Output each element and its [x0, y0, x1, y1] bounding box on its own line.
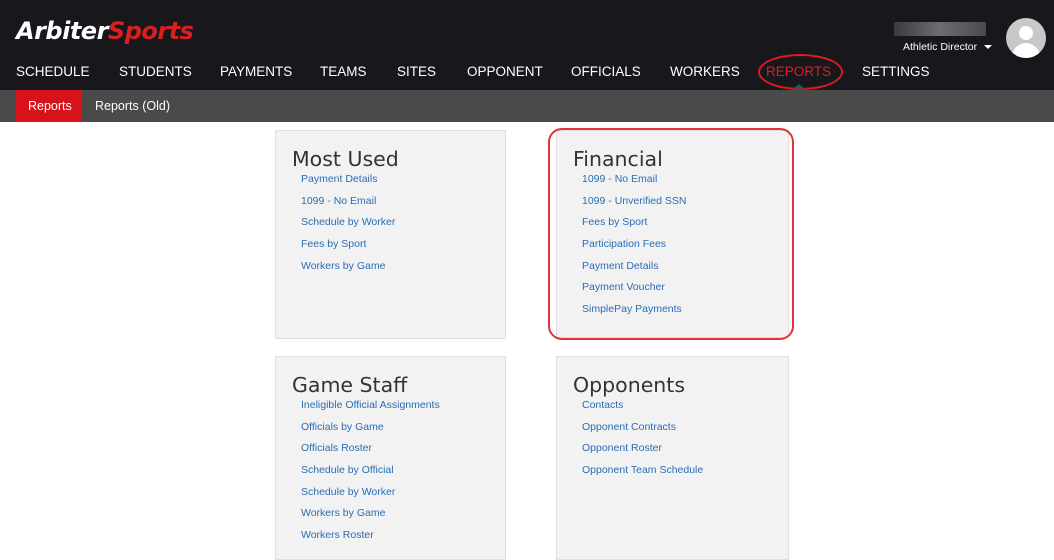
- link-opponent-contracts[interactable]: Opponent Contracts: [582, 420, 703, 442]
- link-workers-by-game[interactable]: Workers by Game: [301, 506, 440, 528]
- link-fees-by-sport[interactable]: Fees by Sport: [301, 237, 395, 259]
- nav-item-workers[interactable]: WORKERS: [670, 63, 740, 81]
- card-most-used: Most Used Payment Details 1099 - No Emai…: [275, 130, 506, 339]
- nav-item-payments[interactable]: PAYMENTS: [220, 63, 292, 81]
- link-contacts[interactable]: Contacts: [582, 398, 703, 420]
- link-1099-no-email[interactable]: 1099 - No Email: [301, 194, 395, 216]
- user-avatar-icon: [1019, 26, 1033, 40]
- subtab-reports-old[interactable]: Reports (Old): [95, 98, 170, 130]
- link-workers-roster[interactable]: Workers Roster: [301, 528, 440, 550]
- arbitersports-logo[interactable]: ArbiterSports: [16, 16, 194, 46]
- link-opponent-roster[interactable]: Opponent Roster: [582, 441, 703, 463]
- link-officials-by-game[interactable]: Officials by Game: [301, 420, 440, 442]
- link-opponent-team-schedule[interactable]: Opponent Team Schedule: [582, 463, 703, 485]
- financial-highlight-box: [548, 128, 794, 340]
- chevron-down-icon[interactable]: [984, 45, 992, 49]
- card-title-most-used: Most Used: [292, 147, 399, 171]
- nav-item-sites[interactable]: SITES: [397, 63, 436, 81]
- user-name-redacted: [894, 22, 986, 36]
- link-payment-details[interactable]: Payment Details: [301, 172, 395, 194]
- link-ineligible-official-assignments[interactable]: Ineligible Official Assignments: [301, 398, 440, 420]
- nav-item-officials[interactable]: OFFICIALS: [571, 63, 641, 81]
- logo-text-arbiter: Arbiter: [16, 17, 108, 45]
- avatar[interactable]: [1006, 18, 1046, 58]
- nav-item-settings[interactable]: SETTINGS: [862, 63, 930, 81]
- nav-item-schedule[interactable]: SCHEDULE: [16, 63, 90, 81]
- top-navigation-bar: ArbiterSports SCHEDULE STUDENTS PAYMENTS…: [0, 0, 1054, 90]
- sub-navigation-bar: Reports Reports (Old): [0, 90, 1054, 122]
- opponents-links: Contacts Opponent Contracts Opponent Ros…: [582, 398, 703, 485]
- card-title-game-staff: Game Staff: [292, 373, 408, 397]
- card-game-staff: Game Staff Ineligible Official Assignmen…: [275, 356, 506, 560]
- link-schedule-by-worker[interactable]: Schedule by Worker: [301, 485, 440, 507]
- user-role-menu[interactable]: Athletic Director: [903, 41, 977, 53]
- nav-item-teams[interactable]: TEAMS: [320, 63, 367, 81]
- nav-item-opponent[interactable]: OPPONENT: [467, 63, 543, 81]
- game-staff-links: Ineligible Official Assignments Official…: [301, 398, 440, 550]
- card-opponents: Opponents Contacts Opponent Contracts Op…: [556, 356, 789, 560]
- subtab-reports[interactable]: Reports: [16, 90, 82, 122]
- most-used-links: Payment Details 1099 - No Email Schedule…: [301, 172, 395, 280]
- link-schedule-by-official[interactable]: Schedule by Official: [301, 463, 440, 485]
- link-workers-by-game[interactable]: Workers by Game: [301, 259, 395, 281]
- card-title-opponents: Opponents: [573, 373, 686, 397]
- logo-text-sports: Sports: [107, 17, 194, 45]
- nav-item-students[interactable]: STUDENTS: [119, 63, 192, 81]
- link-officials-roster[interactable]: Officials Roster: [301, 441, 440, 463]
- link-schedule-by-worker[interactable]: Schedule by Worker: [301, 215, 395, 237]
